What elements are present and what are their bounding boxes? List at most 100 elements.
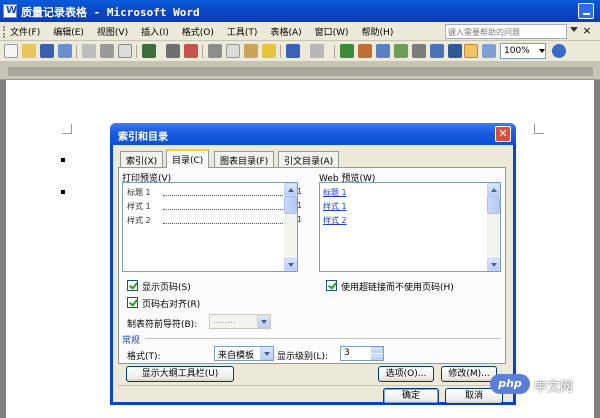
web-preview-box: 标题 1 样式 1 样式 2 bbox=[319, 182, 501, 272]
margin-corner-left bbox=[62, 124, 72, 134]
bullet-point bbox=[61, 190, 65, 194]
copy-icon[interactable] bbox=[226, 44, 240, 58]
formats-combo[interactable]: 来自模板 bbox=[214, 346, 274, 361]
modify-button[interactable]: 修改(M)... bbox=[441, 366, 497, 382]
index-and-tables-dialog: 索引和目录 ✕ 索引(X) 目录(C) 图表目录(F) 引文目录(A) 打印预览… bbox=[110, 123, 516, 405]
email-icon[interactable] bbox=[82, 44, 96, 58]
ruler bbox=[0, 62, 600, 80]
research-icon[interactable] bbox=[166, 44, 180, 58]
toc-tab-panel: 打印预览(V) 标题 1 1 样式 1 1 样式 2 1 Web 预览(W) 标… bbox=[118, 167, 506, 364]
print-preview-scrollbar[interactable] bbox=[284, 183, 297, 271]
drawing-icon[interactable] bbox=[430, 44, 444, 58]
tables-borders-icon[interactable] bbox=[358, 44, 372, 58]
use-hyperlinks-label: 使用超链接而不使用页码(H) bbox=[341, 283, 454, 293]
spin-up-icon[interactable] bbox=[371, 347, 383, 353]
new-document-icon[interactable] bbox=[4, 44, 18, 58]
menu-help[interactable]: 帮助(H) bbox=[362, 25, 394, 38]
hyperlink-icon[interactable] bbox=[340, 44, 354, 58]
tab-leader-combo[interactable]: ........ bbox=[209, 314, 271, 329]
minimize-button[interactable] bbox=[578, 3, 594, 19]
scroll-up-icon[interactable] bbox=[487, 183, 500, 196]
menu-bar: 文件(F) 编辑(E) 视图(V) 插入(I) 格式(O) 工具(T) 表格(A… bbox=[0, 22, 600, 41]
zoom-icon[interactable] bbox=[482, 44, 496, 58]
scroll-thumb[interactable] bbox=[487, 196, 500, 214]
watermark-text: 中文网 bbox=[534, 380, 574, 395]
use-hyperlinks-checkbox[interactable] bbox=[326, 280, 337, 291]
format-painter-icon[interactable] bbox=[262, 44, 276, 58]
preview-row: 标题 1 1 bbox=[127, 187, 303, 197]
dialog-title: 索引和目录 bbox=[110, 123, 516, 145]
help-icon[interactable] bbox=[552, 44, 566, 58]
tab-leader-label: 制表符前导符(B): bbox=[127, 320, 198, 330]
close-document-icon[interactable]: × bbox=[580, 24, 594, 38]
show-page-numbers-checkbox[interactable] bbox=[127, 280, 138, 291]
right-align-label: 页码右对齐(R) bbox=[142, 300, 201, 310]
undo-icon[interactable] bbox=[286, 44, 300, 58]
show-outline-toolbar-button[interactable]: 显示大纲工具栏(U) bbox=[126, 366, 234, 382]
menu-insert[interactable]: 插入(I) bbox=[141, 25, 169, 38]
columns-icon[interactable] bbox=[412, 44, 426, 58]
show-levels-spinner[interactable]: 3 bbox=[340, 346, 384, 361]
menu-format[interactable]: 格式(O) bbox=[182, 25, 214, 38]
scroll-thumb[interactable] bbox=[284, 196, 297, 214]
right-align-checkbox[interactable] bbox=[127, 297, 138, 308]
print-icon[interactable] bbox=[100, 44, 114, 58]
preview-row: 样式 1 1 bbox=[127, 201, 303, 211]
menu-window[interactable]: 窗口(W) bbox=[315, 25, 349, 38]
help-dropdown-icon[interactable] bbox=[570, 27, 578, 32]
word-app-icon bbox=[3, 4, 17, 18]
formats-dropdown-icon[interactable] bbox=[260, 347, 273, 360]
standard-toolbar: 100% bbox=[0, 41, 600, 62]
print-preview-icon[interactable] bbox=[118, 44, 132, 58]
menubar-grip[interactable] bbox=[3, 26, 6, 38]
spelling-icon[interactable] bbox=[142, 44, 156, 58]
document-map-icon[interactable] bbox=[448, 44, 462, 58]
scroll-down-icon[interactable] bbox=[487, 258, 500, 271]
web-link-heading1[interactable]: 标题 1 bbox=[323, 187, 347, 198]
web-preview-scrollbar[interactable] bbox=[487, 183, 500, 271]
scroll-down-icon[interactable] bbox=[284, 258, 297, 271]
tab-table-of-figures[interactable]: 图表目录(F) bbox=[214, 151, 275, 167]
zoom-dropdown-icon[interactable] bbox=[538, 44, 546, 58]
web-link-style1[interactable]: 样式 1 bbox=[323, 201, 347, 212]
open-icon[interactable] bbox=[22, 44, 36, 58]
translate-icon[interactable] bbox=[184, 44, 198, 58]
preview-row: 样式 2 1 bbox=[127, 215, 303, 225]
site-watermark: php 中文网 bbox=[490, 372, 596, 396]
tab-index[interactable]: 索引(X) bbox=[120, 151, 164, 167]
redo-icon[interactable] bbox=[310, 44, 324, 58]
ok-button[interactable]: 确定 bbox=[383, 388, 439, 404]
web-link-style2[interactable]: 样式 2 bbox=[323, 215, 347, 226]
save-icon[interactable] bbox=[40, 44, 54, 58]
tab-table-of-authorities[interactable]: 引文目录(A) bbox=[278, 151, 340, 167]
dialog-close-icon[interactable]: ✕ bbox=[495, 126, 511, 142]
menu-table[interactable]: 表格(A) bbox=[270, 25, 301, 38]
window-title: 质量记录表格 - Microsoft Word bbox=[21, 6, 200, 19]
help-search-input[interactable]: 键入需要帮助的问题 bbox=[445, 24, 567, 39]
scroll-up-icon[interactable] bbox=[284, 183, 297, 196]
insert-table-icon[interactable] bbox=[376, 44, 390, 58]
show-hide-icon[interactable] bbox=[464, 44, 478, 58]
insert-excel-icon[interactable] bbox=[394, 44, 408, 58]
options-button[interactable]: 选项(O)... bbox=[378, 366, 434, 382]
general-separator bbox=[145, 338, 501, 339]
button-separator bbox=[118, 385, 506, 386]
menu-view[interactable]: 视图(V) bbox=[97, 25, 128, 38]
show-page-numbers-label: 显示页码(S) bbox=[142, 283, 191, 293]
paste-icon[interactable] bbox=[244, 44, 258, 58]
cut-icon[interactable] bbox=[208, 44, 222, 58]
show-levels-label: 显示级别(L): bbox=[277, 352, 329, 362]
spin-down-icon[interactable] bbox=[371, 354, 383, 360]
title-bar: 质量记录表格 - Microsoft Word bbox=[0, 0, 600, 22]
bullet-point bbox=[61, 158, 65, 162]
tab-leader-dropdown-icon[interactable] bbox=[257, 315, 270, 328]
general-group-label: 常规 bbox=[122, 336, 141, 346]
print-preview-box: 标题 1 1 样式 1 1 样式 2 1 bbox=[122, 182, 303, 272]
menu-file[interactable]: 文件(F) bbox=[10, 25, 40, 38]
menu-edit[interactable]: 编辑(E) bbox=[53, 25, 84, 38]
margin-corner-right bbox=[534, 124, 544, 134]
watermark-logo: php bbox=[490, 374, 530, 394]
tab-toc[interactable]: 目录(C) bbox=[166, 149, 210, 168]
permission-icon[interactable] bbox=[58, 44, 72, 58]
menu-tools[interactable]: 工具(T) bbox=[227, 25, 258, 38]
